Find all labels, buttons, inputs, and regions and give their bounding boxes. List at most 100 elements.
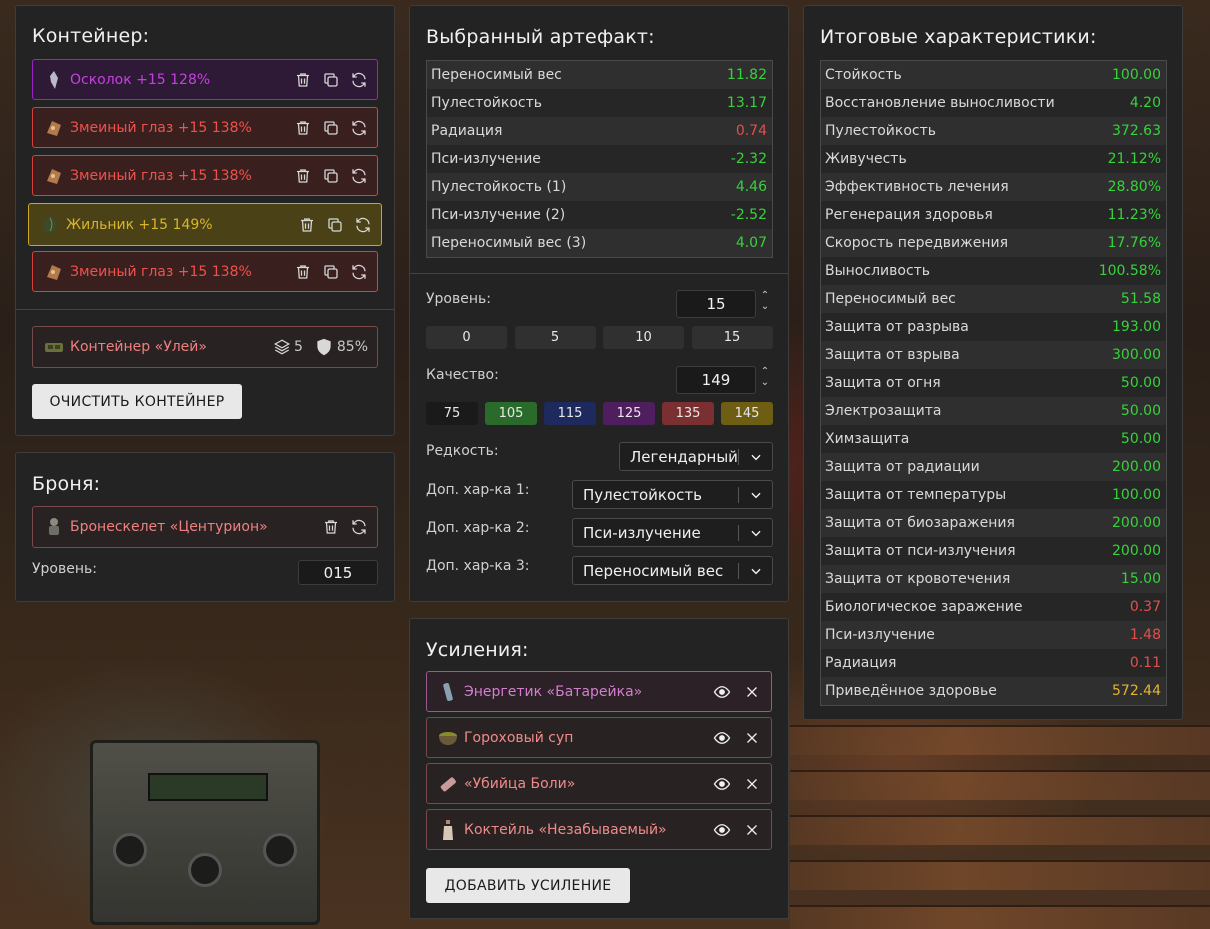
container-item[interactable]: Змеиный глаз +15 138% [32, 107, 378, 148]
quality-preset-button[interactable]: 75 [426, 402, 478, 425]
stat-row: Пси-излучение 1.48 [821, 621, 1166, 649]
pea-soup-icon [437, 727, 459, 749]
stat-name: Регенерация здоровья [825, 207, 993, 223]
stat-name: Переносимый вес [431, 67, 562, 83]
eye-icon[interactable] [713, 821, 731, 839]
stat-row: Пулестойкость (1) 4.46 [427, 173, 772, 201]
energy-drink-icon [437, 681, 459, 703]
quality-stepper[interactable]: ⌃ ⌄ [759, 366, 771, 388]
add-boost-button[interactable]: ДОБАВИТЬ УСИЛЕНИЕ [426, 868, 630, 903]
trash-icon[interactable] [294, 167, 312, 185]
stat-value: 200.00 [1112, 543, 1161, 559]
clear-container-button[interactable]: ОЧИСТИТЬ КОНТЕЙНЕР [32, 384, 242, 419]
armor-selector[interactable]: Бронескелет «Центурион» [32, 506, 378, 548]
boost-item-label: Энергетик «Батарейка» [464, 683, 643, 700]
container-item[interactable]: Змеиный глаз +15 138% [32, 155, 378, 196]
boosts-title: Усиления: [426, 639, 529, 661]
extra1-value: Пулестойкость [583, 485, 702, 504]
container-panel: Контейнер: Осколок +15 128% Змеиный глаз … [15, 5, 395, 436]
quality-preset-button[interactable]: 115 [544, 402, 596, 425]
close-icon[interactable] [743, 729, 761, 747]
boost-item[interactable]: Коктейль «Незабываемый» [426, 809, 772, 850]
stat-name: Стойкость [825, 67, 902, 83]
armor-level-input[interactable]: 015 [298, 560, 378, 585]
trash-icon[interactable] [294, 263, 312, 281]
container-slots: 5 [293, 339, 303, 355]
trash-icon[interactable] [322, 518, 340, 536]
level-preset-button[interactable]: 15 [691, 326, 773, 349]
armor-level-label: Уровень: [32, 561, 97, 577]
rarity-value: Легендарный [630, 447, 738, 466]
swap-icon[interactable] [350, 518, 368, 536]
container-item[interactable]: Жильник +15 149% [28, 203, 382, 246]
level-preset-button[interactable]: 10 [603, 326, 684, 349]
extra3-select[interactable]: Переносимый вес [572, 556, 773, 585]
slots-icon [273, 338, 291, 356]
boosts-panel: Усиления: Энергетик «Батарейка» Гороховый… [409, 618, 789, 919]
eye-icon[interactable] [713, 729, 731, 747]
stat-row: Выносливость 100.58% [821, 257, 1166, 285]
quality-preset-button[interactable]: 105 [485, 402, 537, 425]
boost-item[interactable]: «Убийца Боли» [426, 763, 772, 804]
trash-icon[interactable] [294, 119, 312, 137]
extra2-select[interactable]: Пси-излучение [572, 518, 773, 547]
eye-icon[interactable] [713, 683, 731, 701]
trash-icon[interactable] [298, 216, 316, 234]
stat-row: Защита от радиации 200.00 [821, 453, 1166, 481]
copy-icon[interactable] [322, 167, 340, 185]
stat-name: Электрозащита [825, 403, 942, 419]
quality-preset-button[interactable]: 135 [662, 402, 714, 425]
stat-name: Эффективность лечения [825, 179, 1009, 195]
level-stepper[interactable]: ⌃ ⌄ [759, 290, 771, 312]
stat-value: 372.63 [1112, 123, 1161, 139]
armor-panel: Броня: Бронескелет «Центурион» Уровень: … [15, 452, 395, 602]
rarity-select[interactable]: Легендарный [619, 442, 773, 471]
stat-row: Защита от кровотечения 15.00 [821, 565, 1166, 593]
copy-icon[interactable] [322, 263, 340, 281]
close-icon[interactable] [743, 683, 761, 701]
shield-icon [315, 338, 333, 356]
copy-icon[interactable] [326, 216, 344, 234]
swap-icon[interactable] [350, 71, 368, 89]
stat-name: Защита от пси-излучения [825, 543, 1016, 559]
quality-preset-button[interactable]: 125 [603, 402, 655, 425]
stat-row: Защита от пси-излучения 200.00 [821, 537, 1166, 565]
level-preset-button[interactable]: 5 [514, 326, 596, 349]
artifact-panel: Выбранный артефакт: Переносимый вес 11.82… [409, 5, 789, 602]
stat-row: Биологическое заражение 0.37 [821, 593, 1166, 621]
boost-item[interactable]: Гороховый суп [426, 717, 772, 758]
boost-item[interactable]: Энергетик «Батарейка» [426, 671, 772, 712]
copy-icon[interactable] [322, 71, 340, 89]
level-preset-button[interactable]: 0 [426, 326, 507, 349]
stat-value: 200.00 [1112, 459, 1161, 475]
extra1-select[interactable]: Пулестойкость [572, 480, 773, 509]
totals-title: Итоговые характеристики: [820, 26, 1097, 48]
stat-name: Переносимый вес (3) [431, 235, 587, 251]
copy-icon[interactable] [322, 119, 340, 137]
quality-input[interactable]: 149 [676, 366, 756, 394]
container-item[interactable]: Осколок +15 128% [32, 59, 378, 100]
trash-icon[interactable] [294, 71, 312, 89]
close-icon[interactable] [743, 775, 761, 793]
stat-value: 21.12% [1107, 151, 1161, 167]
eye-icon[interactable] [713, 775, 731, 793]
stat-value: 0.74 [735, 123, 767, 139]
quality-preset-button[interactable]: 145 [721, 402, 773, 425]
chevron-down-icon [746, 447, 766, 467]
close-icon[interactable] [743, 821, 761, 839]
container-item-label: Змеиный глаз +15 138% [70, 119, 252, 136]
extra3-label: Доп. хар-ка 3: [426, 558, 530, 574]
container-item[interactable]: Змеиный глаз +15 138% [32, 251, 378, 292]
snake-eye-artifact-icon [43, 117, 65, 139]
stat-row: Стойкость 100.00 [821, 61, 1166, 89]
chevron-down-icon [746, 561, 766, 581]
swap-icon[interactable] [350, 263, 368, 281]
swap-icon[interactable] [354, 216, 372, 234]
stat-name: Защита от кровотечения [825, 571, 1011, 587]
totals-stats-table: Стойкость 100.00 Восстановление выносливос… [820, 60, 1167, 706]
swap-icon[interactable] [350, 167, 368, 185]
container-selector[interactable]: Контейнер «Улей» 5 85% [32, 326, 378, 368]
artifact-level-input[interactable]: 15 [676, 290, 756, 318]
swap-icon[interactable] [350, 119, 368, 137]
container-item-label: Осколок +15 128% [70, 71, 211, 88]
